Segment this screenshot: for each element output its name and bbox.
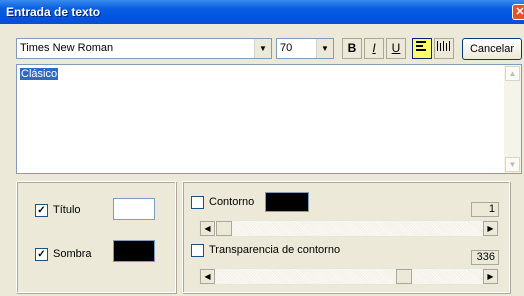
chevron-down-icon[interactable]: ▼ bbox=[254, 39, 271, 58]
scroll-up-icon[interactable]: ▲ bbox=[505, 66, 520, 81]
title-options-panel: ✓ Título ✓ Sombra bbox=[16, 181, 176, 293]
cancel-button[interactable]: Cancelar bbox=[462, 38, 522, 60]
align-left-icon bbox=[416, 41, 426, 51]
underline-button[interactable]: U bbox=[386, 38, 406, 59]
font-size-value: 70 bbox=[280, 42, 293, 54]
font-size-select[interactable]: 70 ▼ bbox=[276, 38, 334, 59]
contorno-value: 1 bbox=[471, 202, 499, 217]
scroll-right-icon[interactable]: ▶ bbox=[483, 269, 498, 284]
close-icon[interactable]: ✕ bbox=[512, 4, 524, 20]
text-content[interactable]: Clásico bbox=[20, 68, 59, 80]
vertical-scrollbar[interactable]: ▲ ▼ bbox=[504, 65, 521, 173]
contorno-checkbox[interactable] bbox=[191, 196, 204, 209]
contorno-slider-thumb[interactable] bbox=[216, 221, 232, 236]
align-left-button[interactable] bbox=[412, 38, 432, 59]
contorno-slider[interactable]: ◀ ▶ bbox=[199, 220, 499, 237]
font-family-select[interactable]: Times New Roman ▼ bbox=[16, 38, 272, 59]
text-input-area[interactable]: Clásico ▲ ▼ bbox=[16, 64, 522, 174]
contorno-color-swatch[interactable] bbox=[265, 192, 309, 212]
scroll-right-icon[interactable]: ▶ bbox=[483, 221, 498, 236]
italic-button[interactable]: I bbox=[364, 38, 384, 59]
chevron-down-icon[interactable]: ▼ bbox=[316, 39, 333, 58]
dialog-body: Times New Roman ▼ 70 ▼ B I U Cancelar Cl… bbox=[0, 24, 524, 296]
transparencia-slider[interactable]: ◀ ▶ bbox=[199, 268, 499, 285]
contour-options-panel: Contorno 1 ◀ ▶ Transparencia de contorno… bbox=[182, 181, 510, 293]
transparencia-label: Transparencia de contorno bbox=[209, 244, 341, 256]
justify-icon bbox=[437, 41, 450, 51]
bold-button[interactable]: B bbox=[342, 38, 362, 59]
transparencia-value: 336 bbox=[471, 250, 499, 265]
font-family-value: Times New Roman bbox=[20, 42, 114, 54]
sombra-color-swatch[interactable] bbox=[113, 240, 155, 262]
title-bar: Entrada de texto ✕ bbox=[0, 0, 524, 24]
sombra-checkbox[interactable]: ✓ bbox=[35, 248, 48, 261]
formatting-toolbar: Times New Roman ▼ 70 ▼ B I U Cancelar bbox=[16, 38, 522, 60]
scroll-left-icon[interactable]: ◀ bbox=[200, 269, 215, 284]
scroll-left-icon[interactable]: ◀ bbox=[200, 221, 215, 236]
transparencia-slider-thumb[interactable] bbox=[396, 269, 412, 284]
transparencia-checkbox[interactable] bbox=[191, 244, 204, 257]
contorno-label: Contorno bbox=[209, 196, 255, 208]
align-justify-button[interactable] bbox=[434, 38, 454, 59]
sombra-label: Sombra bbox=[53, 248, 92, 260]
titulo-label: Título bbox=[53, 204, 81, 216]
titulo-color-swatch[interactable] bbox=[113, 198, 155, 220]
scroll-down-icon[interactable]: ▼ bbox=[505, 157, 520, 172]
window-title: Entrada de texto bbox=[6, 5, 101, 19]
titulo-checkbox[interactable]: ✓ bbox=[35, 204, 48, 217]
